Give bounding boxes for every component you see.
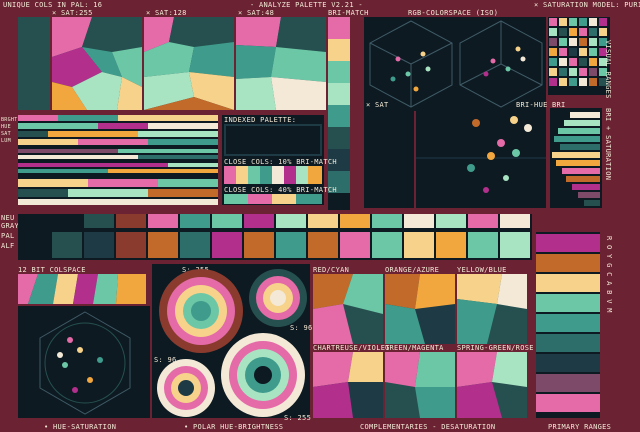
visual-ranges-label: VISUAL RANGES — [604, 40, 612, 99]
spring-rose-label: SPRING-GREEN/ROSE — [457, 344, 534, 352]
close-cols-40-label: CLOSE COLS: 40% BRI-MATCH — [224, 186, 337, 194]
x-sat-label: × SAT — [366, 101, 389, 109]
close-cols-10-label: CLOSE COLS: 10% BRI-MATCH — [224, 158, 337, 166]
visual-ranges-grid — [548, 17, 610, 95]
gray-label: GRAY — [1, 222, 20, 230]
bri-sat-label: BRI + SATURATION — [604, 108, 612, 181]
app-title: - ANALYZE PALETTE V2.21 - — [250, 1, 363, 9]
comp-green-magenta — [385, 352, 455, 418]
s96a-label: S: 96 — [290, 324, 313, 332]
sat-48-voronoi — [236, 17, 326, 110]
polar-wheel-small-a — [249, 269, 307, 327]
footer-comp: COMPLEMENTARIES - DESATURATION — [360, 423, 496, 431]
sat-scatter-panel — [364, 108, 414, 208]
sat-255-label: × SAT:255 — [52, 9, 93, 17]
unique-cols-label: UNIQUE COLS IN PAL: 16 — [3, 1, 103, 9]
colspace12-label: 12 BIT COLSPACE — [18, 266, 86, 274]
stripe-bars — [18, 115, 218, 205]
polar-wheel-large-b — [221, 333, 305, 417]
hue-saturation-wheel — [39, 311, 131, 415]
comp-red-cyan — [313, 274, 383, 344]
sat-48-label: × SAT:48 — [238, 9, 275, 17]
polar-wheel-small-b — [157, 359, 215, 417]
comp-chartreuse-violet — [313, 352, 383, 418]
bri-histogram — [550, 108, 602, 208]
alf-label: ALF — [1, 242, 15, 250]
footer-hue-sat: • HUE-SATURATION — [44, 423, 117, 431]
rgb-cube-left — [369, 20, 453, 108]
sat-255-voronoi — [52, 17, 142, 110]
comp-orange-azure — [385, 274, 455, 344]
neu-label: NEU — [1, 214, 15, 222]
red-cyan-label: RED/CYAN — [313, 266, 350, 274]
row-label-lum: LUM — [1, 138, 11, 144]
bri-match-strip — [328, 17, 350, 210]
sat-128-voronoi — [144, 17, 234, 110]
indexed-palette-grid — [224, 124, 322, 156]
s255b-label: S: 255 — [284, 414, 312, 422]
palette-band — [18, 214, 532, 260]
close-cols-40-swatches — [224, 194, 322, 204]
green-magenta-label: GREEN/MAGENTA — [385, 344, 444, 352]
rgb-cube-right — [459, 20, 543, 108]
chartreuse-violet-label: CHARTREUSE/VIOLET — [313, 344, 390, 352]
bri-match-top-label: BRI-MATCH — [328, 9, 369, 17]
pal-label: PAL — [1, 232, 15, 240]
sat-128-label: × SAT:128 — [146, 9, 187, 17]
mini-swatch-grid — [18, 17, 50, 110]
orange-azure-label: ORANGE/AZURE — [385, 266, 440, 274]
saturation-model-label[interactable]: × SATURATION MODEL: PURIST — [534, 1, 640, 9]
close-cols-10-swatches — [224, 166, 322, 184]
indexed-palette-label: INDEXED PALETTE: — [224, 116, 297, 124]
comp-spring-rose — [457, 352, 527, 418]
comp-yellow-blue — [457, 274, 527, 344]
roygbiv-label: R O Y G C A B V M — [605, 236, 613, 313]
primary-ranges-bars — [536, 232, 600, 418]
colspace12-strip — [18, 274, 146, 304]
footer-primary: PRIMARY RANGES — [548, 423, 612, 431]
rgb-colorspace-label: RGB-COLORSPACE (ISO) — [408, 9, 499, 17]
footer-polar: • POLAR HUE-BRIGHTNESS — [184, 423, 284, 431]
bri-hue-scatter — [416, 116, 546, 193]
yellow-blue-label: YELLOW/BLUE — [457, 266, 507, 274]
